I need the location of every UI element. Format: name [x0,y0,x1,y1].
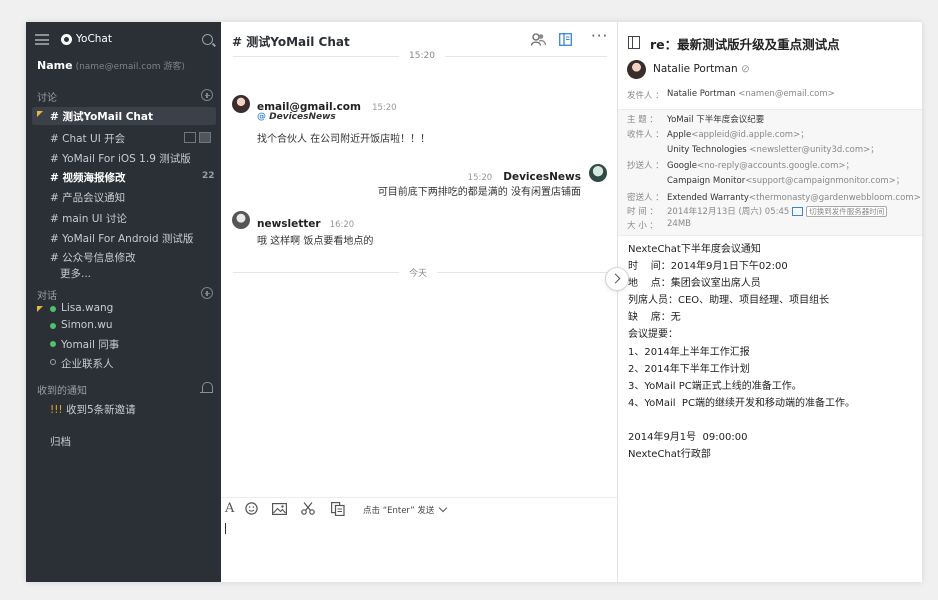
sender-value: Natalie Portman <namen@email.com> [667,89,835,99]
time-value: 2014年12月13日 (周六) 05:45 切换到发件服务器时间 [667,205,888,217]
channel-item[interactable]: # 测试YoMail Chat [50,109,153,124]
add-dialog-icon[interactable] [201,287,213,299]
message-time: 16:20 [329,220,355,230]
contact-item[interactable]: 企业联系人 [61,356,114,371]
invite-notification[interactable]: !!! 收到5条新邀请 [50,402,136,417]
send-hint-label: 点击 “Enter” 发送 [363,506,435,516]
avatar[interactable] [232,95,250,113]
mention-tag[interactable]: @ DevicesNews [257,112,336,122]
sender-name[interactable]: newsletter [257,218,321,230]
bcc-label: 密送人 ： [627,193,664,203]
size-label: 大 小 ： [627,221,658,231]
card-icon[interactable] [199,132,211,143]
to-label: 收件人 ： [627,130,664,140]
collapse-panel-button[interactable] [605,267,629,291]
channel-item[interactable]: # 产品会议通知 [50,190,125,205]
members-icon[interactable] [530,33,547,50]
archive-item[interactable]: 归档 [50,434,71,449]
channel-item[interactable]: # 视频海报修改 [50,170,125,185]
channel-item[interactable]: # main UI 讨论 [50,211,127,226]
section-discussions: 讨论 [37,93,57,104]
time-label: 时 间 ： [627,207,658,217]
channel-item[interactable]: # YoMail For Android 测试版 [50,231,193,246]
emoji-icon[interactable] [245,502,258,519]
mail-body: NexteChat下半年度会议通知 时 间：2014年9月1日下午02:00 地… [628,244,855,461]
message-text: 找个合伙人 在公司附近开饭店啦！！！ [257,134,431,145]
user-profile[interactable]: Name (name@email.com 游客) [37,59,185,72]
chat-title: # 测试YoMail Chat [232,35,350,49]
unread-badge: 22 [202,171,215,181]
bcc-recipient[interactable]: Extended Warranty<thermonasty@gardenwebb… [667,191,922,203]
more-link[interactable]: 更多... [60,266,91,281]
attachment-icon[interactable]: ⊘ [741,63,750,75]
font-format-icon[interactable]: A [225,501,234,516]
cc-label: 抄送人 ： [627,161,664,171]
cc-recipient[interactable]: Campaign Monitor<support@campaignmonitor… [667,174,904,186]
calendar-icon[interactable] [184,132,196,143]
message-input-caret[interactable] [225,523,226,534]
bell-icon[interactable] [200,382,213,394]
online-status-icon [50,306,56,312]
from-line: Natalie Portman ⊘ [653,63,750,75]
flag-icon [37,306,43,312]
search-icon[interactable] [202,34,213,45]
sidebar: YoChat Name (name@email.com 游客) 讨论 # 测试Yo… [26,22,221,582]
switch-server-time-button[interactable]: 切换到发件服务器时间 [806,206,888,217]
avatar[interactable] [589,164,607,182]
size-value: 24MB [667,219,691,229]
scissors-icon[interactable] [301,502,315,519]
avatar[interactable] [232,211,250,229]
send-mode-dropdown[interactable]: 点击 “Enter” 发送 [363,503,448,516]
yochat-logo-icon [61,34,72,45]
mail-subject: re：最新测试版升级及重点测试点 [650,37,840,52]
sender-label: 发件人 ： [627,91,664,101]
more-options-icon[interactable]: ··· [591,27,608,45]
invite-text: 收到5条新邀请 [65,404,136,416]
message-text: 可目前底下两排吃的都是满的 没有闲置店铺面 [377,187,581,198]
from-name[interactable]: Natalie Portman [653,63,738,75]
app-title: YoChat [76,33,112,45]
sender-name[interactable]: DevicesNews [503,171,581,183]
app-window: YoChat Name (name@email.com 游客) 讨论 # 测试Yo… [26,22,922,582]
time-divider-label: 15:20 [399,51,445,61]
message-header: 15:20 DevicesNews [468,165,581,184]
subject-value: YoMail 下半年度会议纪要 [667,115,765,125]
message-text: 哦 这样啊 饭点要看地点的 [257,236,374,247]
channel-item[interactable]: # Chat UI 开会 [50,131,125,146]
chevron-down-icon [438,503,448,513]
message-time: 15:20 [372,103,397,113]
contact-item[interactable]: Simon.wu [61,319,112,331]
panel-toggle-icon[interactable] [559,33,572,50]
message-header: newsletter 16:20 [257,212,354,231]
server-time-icon [792,207,804,216]
sender-avatar[interactable] [627,60,646,79]
contact-item[interactable]: Lisa.wang [61,302,113,314]
composer-divider [221,497,617,498]
file-attach-icon[interactable] [331,502,345,520]
offline-status-icon [50,359,56,365]
user-email: (name@email.com 游客) [75,62,185,72]
section-dialogs: 对话 [37,291,57,302]
channel-item[interactable]: # 公众号信息修改 [50,250,136,265]
mail-detail-panel: re：最新测试版升级及重点测试点 Natalie Portman ⊘ 发件人 ：… [605,22,922,582]
message-time: 15:20 [467,173,493,183]
alert-mark: !!! [50,404,63,416]
to-recipient[interactable]: Apple<appleid@id.apple.com>； [667,128,809,140]
contact-item[interactable]: Yomail 同事 [61,337,119,352]
chat-panel: # 测试YoMail Chat ··· 15:20 email@gmail.co… [221,22,617,582]
online-status-icon [50,323,56,329]
menu-icon[interactable] [35,34,49,45]
cc-recipient[interactable]: Google<no-reply@accounts.google.com>； [667,159,854,171]
image-icon[interactable] [272,503,288,519]
day-divider-label: 今天 [399,266,438,279]
online-status-icon [50,341,56,347]
flag-icon [37,111,43,117]
reader-icon[interactable] [628,36,640,49]
to-recipient[interactable]: Unity Technologies <newsletter@unity3d.c… [667,143,879,155]
user-name: Name [37,59,73,72]
channel-item[interactable]: # YoMail For iOS 1.9 测试版 [50,151,191,166]
subject-label: 主 题 ： [627,115,658,125]
add-discussion-icon[interactable] [201,89,213,101]
section-notifications: 收到的通知 [37,386,87,397]
